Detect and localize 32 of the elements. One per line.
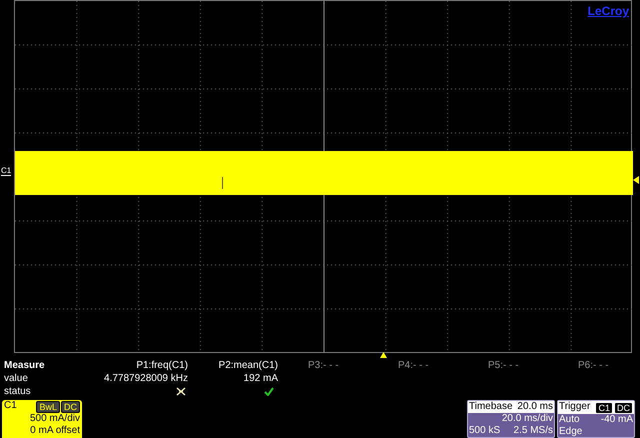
coupling-badge: DC: [61, 401, 80, 413]
coupling-badge: DC: [614, 402, 633, 414]
measure-title: Measure: [4, 359, 46, 372]
parameter-value: 192 mA: [242, 372, 278, 385]
sample-rate: 2.5 MS/s: [514, 425, 553, 437]
vertical-offset: 0 mA offset: [29, 425, 80, 437]
trigger-panel[interactable]: Trigger C1 DC Auto -40 mA Edge: [557, 400, 635, 438]
timebase-delay: 20.0 ms: [517, 401, 553, 413]
parameter-label: P1:freq(C1): [135, 359, 188, 372]
parameter-value: 4.7787928009 kHz: [103, 372, 188, 385]
time-scale: 20.0 ms/div: [500, 413, 554, 425]
trigger-level: -40 mA: [600, 414, 633, 426]
trigger-type: Edge: [558, 426, 584, 438]
trigger-title: Trigger: [559, 401, 590, 414]
parameter-label: P6:- - -: [577, 359, 608, 372]
sample-count: 500 kS: [469, 425, 500, 437]
parameter-label: P3:- - -: [307, 359, 340, 372]
parameter-label: P4:- - -: [397, 359, 430, 372]
trigger-position-icon: [380, 352, 387, 358]
row-label: status: [4, 385, 32, 398]
channel-name: C1: [4, 400, 17, 413]
coupling-badge: BwL: [36, 401, 60, 413]
channel-panel[interactable]: C1 BwL DC 500 mA/div 0 mA offset: [2, 400, 82, 438]
parameter-label: P2:mean(C1): [218, 359, 278, 372]
timebase-panel[interactable]: Timebase 20.0 ms 20.0 ms/div 500 kS 2.5 MS/s: [467, 400, 555, 438]
brand-logo: LeCroy: [588, 3, 629, 20]
coupling-badge: C1: [595, 402, 613, 414]
vertical-scale: 500 mA/div: [28, 413, 80, 425]
parameter-label: P5:- - -: [487, 359, 520, 372]
trigger-mode: Auto: [559, 414, 580, 426]
row-label: value: [4, 372, 29, 385]
timebase-title: Timebase: [469, 401, 513, 413]
